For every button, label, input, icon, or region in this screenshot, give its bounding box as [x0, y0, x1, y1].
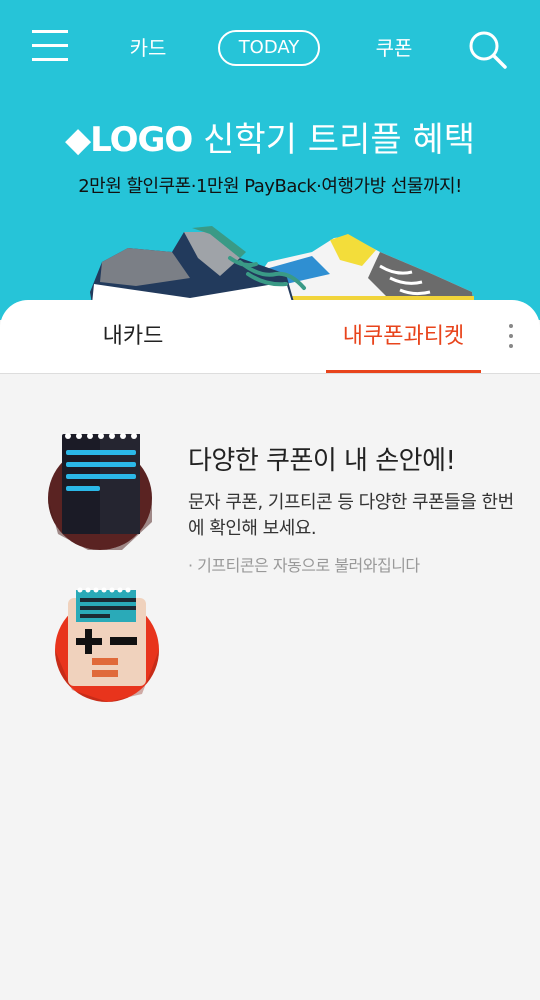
empty-state-title: 다양한 쿠폰이 내 손안에!	[188, 446, 456, 476]
empty-state-description: 문자 쿠폰, 기프티콘 등 다양한 쿠폰들을 한번에 확인해 보세요.	[188, 492, 514, 539]
brand-logo: ◆LOGO	[65, 120, 193, 160]
nav-tab-today[interactable]: TODAY	[218, 30, 320, 66]
more-options-icon[interactable]	[500, 322, 520, 352]
empty-state-note: · 기프티콘은 자동으로 불러와집니다	[188, 556, 420, 575]
promo-title[interactable]: ◆LOGO 신학기 트리플 혜택	[0, 112, 540, 161]
promo-title-text: 신학기 트리플 혜택	[192, 120, 475, 160]
ticket-coupon-icon	[55, 587, 159, 702]
search-icon[interactable]	[466, 28, 508, 70]
notepad-coupon-icon	[48, 433, 152, 550]
nav-tab-card[interactable]: 카드	[118, 30, 178, 66]
tab-my-card[interactable]: 내카드	[70, 300, 196, 373]
promo-subtitle: 2만원 할인쿠폰·1만원 PayBack·여행가방 선물까지!	[78, 176, 462, 197]
tab-my-coupons-tickets[interactable]: 내쿠폰과티켓	[326, 300, 481, 373]
sub-tab-bar: 내카드 내쿠폰과티켓	[0, 300, 540, 374]
promo-header: 카드 TODAY 쿠폰 ◆LOGO 신학기 트리플 혜택 2만원 할인쿠폰·1만…	[0, 0, 540, 320]
nav-tab-coupon[interactable]: 쿠폰	[364, 30, 424, 66]
hamburger-menu-icon[interactable]	[32, 30, 70, 64]
